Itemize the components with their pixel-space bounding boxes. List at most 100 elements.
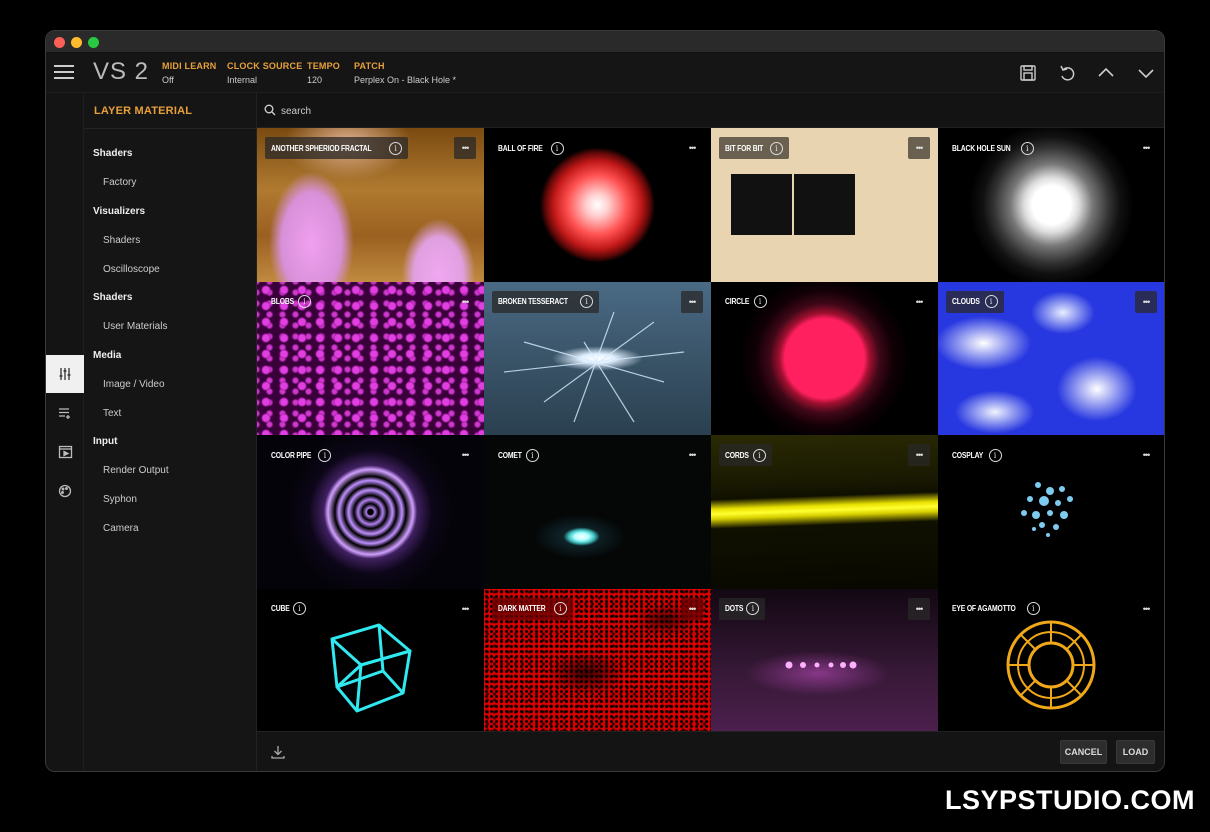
sidebar-item-image-video[interactable]: Image / Video: [103, 379, 165, 390]
zoom-window-button[interactable]: [88, 37, 99, 48]
more-options-icon[interactable]: •••: [908, 597, 930, 620]
undo-icon[interactable]: [1055, 61, 1079, 85]
more-options-icon[interactable]: •••: [1135, 444, 1157, 466]
footer-bar: CANCEL LOAD: [257, 731, 1164, 771]
material-name: CIRCLE: [725, 297, 750, 306]
media-player-icon[interactable]: [46, 433, 84, 471]
material-tile-eye-of-agamotto[interactable]: EYE OF AGAMOTTO i •••: [938, 588, 1164, 731]
more-options-icon[interactable]: •••: [908, 291, 930, 313]
more-options-icon[interactable]: •••: [454, 444, 476, 466]
material-name-tag: CUBE i: [265, 598, 312, 620]
more-options-icon[interactable]: •••: [1135, 598, 1157, 620]
info-icon[interactable]: i: [769, 141, 783, 155]
info-icon[interactable]: i: [753, 295, 767, 308]
sidebar-item-render-output[interactable]: Render Output: [103, 465, 169, 476]
material-tile-broken-tesseract[interactable]: BROKEN TESSERACT i •••: [484, 281, 711, 435]
material-tile-ball-of-fire[interactable]: BALL OF FIRE i •••: [484, 128, 711, 282]
load-button[interactable]: LOAD: [1116, 740, 1155, 764]
material-name: BALL OF FIRE: [498, 143, 543, 153]
minimize-window-button[interactable]: [71, 37, 82, 48]
sidebar: LAYER MATERIAL Shaders Factory Visualize…: [84, 93, 257, 771]
hamburger-menu-icon[interactable]: [54, 65, 74, 79]
material-tile-comet[interactable]: COMET i •••: [484, 435, 711, 589]
more-options-icon[interactable]: •••: [454, 598, 476, 620]
material-tile-clouds[interactable]: CLOUDS i •••: [938, 281, 1164, 435]
material-tile-color-pipe[interactable]: COLOR PIPE i •••: [257, 435, 484, 589]
cancel-button[interactable]: CANCEL: [1060, 740, 1107, 764]
close-window-button[interactable]: [54, 37, 65, 48]
material-name: EYE OF AGAMOTTO: [952, 604, 1016, 613]
material-tile-dark-matter[interactable]: DARK MATTER i •••: [484, 588, 711, 731]
sidebar-item-shaders[interactable]: Shaders: [103, 235, 140, 246]
sidebar-heading-media: Media: [93, 350, 122, 361]
material-name-tag: CIRCLE i: [719, 291, 773, 313]
material-name: DOTS: [725, 604, 744, 613]
playlist-icon[interactable]: [46, 394, 84, 432]
more-options-icon[interactable]: •••: [681, 444, 703, 466]
sidebar-item-oscilloscope[interactable]: Oscilloscope: [103, 264, 160, 275]
material-name-tag: BALL OF FIRE i: [492, 137, 570, 159]
divider: [84, 128, 256, 129]
material-tile-another-spheriod-fractal[interactable]: ANOTHER SPHERIOD FRACTAL i •••: [257, 128, 484, 282]
more-options-icon[interactable]: •••: [908, 444, 930, 466]
sidebar-item-user-materials[interactable]: User Materials: [103, 321, 167, 332]
more-options-icon[interactable]: •••: [908, 137, 930, 159]
material-tile-black-hole-sun[interactable]: BLACK HOLE SUN i •••: [938, 128, 1164, 282]
chevron-down-icon[interactable]: [1134, 61, 1158, 85]
material-tile-dots[interactable]: DOTS i •••: [711, 588, 938, 731]
material-name: ANOTHER SPHERIOD FRACTAL: [271, 143, 372, 153]
material-name: BROKEN TESSERACT: [498, 297, 568, 306]
midi-learn-field[interactable]: MIDI LEARN Off: [162, 61, 217, 85]
material-tile-blobs[interactable]: BLOBS i •••: [257, 281, 484, 435]
material-name: BLOBS: [271, 297, 294, 306]
info-icon[interactable]: i: [988, 448, 1002, 462]
material-name: CUBE: [271, 604, 290, 613]
info-icon[interactable]: i: [752, 448, 766, 462]
sidebar-item-camera[interactable]: Camera: [103, 523, 139, 534]
sidebar-item-factory[interactable]: Factory: [103, 177, 136, 188]
info-icon[interactable]: i: [292, 602, 306, 615]
sidebar-heading-visualizers: Visualizers: [93, 206, 146, 217]
material-name: COSPLAY: [952, 450, 984, 460]
info-icon[interactable]: i: [298, 295, 312, 308]
more-options-icon[interactable]: •••: [681, 137, 703, 159]
info-icon[interactable]: i: [525, 448, 539, 462]
more-options-icon[interactable]: •••: [681, 290, 703, 313]
more-options-icon[interactable]: •••: [1135, 137, 1157, 159]
info-icon[interactable]: i: [553, 602, 567, 615]
info-icon[interactable]: i: [550, 141, 564, 155]
search-bar: [257, 93, 1164, 128]
download-icon[interactable]: [270, 744, 286, 760]
chevron-up-icon[interactable]: [1094, 61, 1118, 85]
save-icon[interactable]: [1016, 61, 1040, 85]
info-icon[interactable]: i: [1020, 141, 1034, 155]
info-icon[interactable]: i: [580, 295, 594, 308]
more-options-icon[interactable]: •••: [454, 137, 476, 159]
info-icon[interactable]: i: [318, 448, 332, 462]
info-icon[interactable]: i: [746, 602, 760, 615]
more-options-icon[interactable]: •••: [1135, 290, 1157, 313]
material-tile-cosplay[interactable]: COSPLAY i •••: [938, 435, 1164, 589]
material-tile-cords[interactable]: CORDS i •••: [711, 435, 938, 589]
patch-field[interactable]: PATCH Perplex On - Black Hole *: [354, 61, 456, 85]
info-icon[interactable]: i: [1026, 602, 1040, 615]
info-icon[interactable]: i: [389, 141, 403, 155]
material-tile-circle[interactable]: CIRCLE i •••: [711, 281, 938, 435]
material-name-tag: COMET i: [492, 444, 545, 466]
more-options-icon[interactable]: •••: [454, 291, 476, 313]
tempo-field[interactable]: TEMPO 120: [307, 61, 340, 85]
sidebar-item-text[interactable]: Text: [103, 408, 121, 419]
info-icon[interactable]: i: [984, 295, 998, 308]
material-tile-bit-for-bit[interactable]: BIT FOR BIT i •••: [711, 128, 938, 282]
sidebar-item-syphon[interactable]: Syphon: [103, 494, 137, 505]
material-name-tag: COSPLAY i: [946, 444, 1008, 466]
material-name: COLOR PIPE: [271, 450, 312, 460]
search-input[interactable]: [281, 102, 581, 120]
material-tile-cube[interactable]: CUBE i •••: [257, 588, 484, 731]
sliders-icon[interactable]: [46, 355, 84, 393]
more-options-icon[interactable]: •••: [681, 597, 703, 620]
palette-icon[interactable]: [46, 472, 84, 510]
search-icon: [264, 104, 276, 116]
clock-source-field[interactable]: CLOCK SOURCE Internal: [227, 61, 302, 85]
sidebar-title: LAYER MATERIAL: [94, 105, 193, 117]
